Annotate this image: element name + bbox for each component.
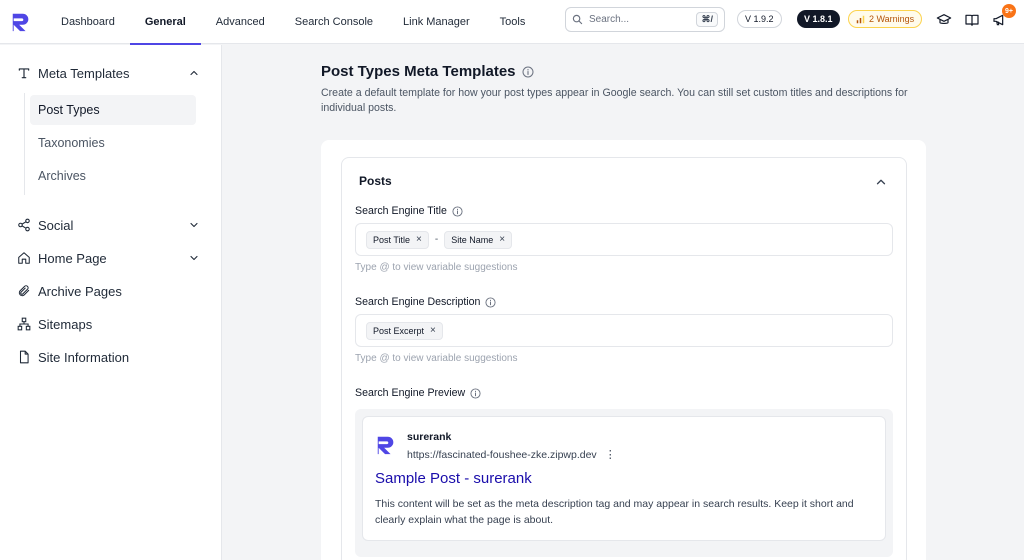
sidebar-item-label: Sitemaps xyxy=(38,316,93,332)
sidebar-item-social[interactable]: Social xyxy=(0,211,222,239)
preview-url-text: https://fascinated-foushee-zke.zipwp.dev xyxy=(407,448,597,461)
warnings-label: 2 Warnings xyxy=(869,14,915,24)
sidebar-item-site-information[interactable]: Site Information xyxy=(0,343,222,371)
preview-label: Search Engine Preview xyxy=(355,387,481,399)
tab-search-console[interactable]: Search Console xyxy=(280,0,388,44)
chip-label: Site Name xyxy=(451,234,494,245)
tab-dashboard[interactable]: Dashboard xyxy=(46,0,130,44)
version-badge-dark[interactable]: V 1.8.1 xyxy=(797,10,840,28)
book-icon[interactable] xyxy=(964,12,980,28)
variable-chip: Post Excerpt × xyxy=(366,321,443,340)
sidebar-item-label: Social xyxy=(38,217,74,233)
title-hint: Type @ to view variable suggestions xyxy=(355,262,518,273)
remove-chip-icon[interactable]: × xyxy=(416,234,422,245)
version-badge-light[interactable]: V 1.9.2 xyxy=(737,10,782,28)
info-icon[interactable] xyxy=(470,387,481,399)
info-icon[interactable] xyxy=(452,205,463,217)
chevron-down-icon[interactable] xyxy=(188,219,200,231)
search-placeholder: Search... xyxy=(589,14,630,25)
home-icon xyxy=(16,250,32,266)
variable-chip: Site Name × xyxy=(444,230,513,249)
preview-description: This content will be set as the meta des… xyxy=(375,498,854,526)
more-vertical-icon[interactable]: ⋮ xyxy=(605,448,616,461)
title-template-input[interactable]: Post Title × - Site Name × xyxy=(355,223,893,256)
surerank-logo[interactable] xyxy=(10,11,32,33)
preview-title[interactable]: Sample Post - surerank xyxy=(375,470,532,487)
share-icon xyxy=(16,217,32,233)
preview-site-name: surerank xyxy=(407,431,452,443)
page-description: Create a default template for how your p… xyxy=(321,87,908,114)
page-title-text: Post Types Meta Templates xyxy=(321,63,516,80)
site-favicon xyxy=(377,436,394,455)
tab-tools[interactable]: Tools xyxy=(485,0,541,44)
chip-label: Post Title xyxy=(373,234,411,245)
graduation-cap-icon[interactable] xyxy=(936,12,952,28)
submenu-guide-line xyxy=(24,93,25,195)
sidebar-item-label: Archive Pages xyxy=(38,283,122,299)
page-title: Post Types Meta Templates xyxy=(321,63,534,80)
variable-chip: Post Title × xyxy=(366,230,429,249)
description-template-input[interactable]: Post Excerpt × xyxy=(355,314,893,347)
chevron-down-icon[interactable] xyxy=(188,252,200,264)
text-t-icon xyxy=(16,65,32,81)
section-title: Posts xyxy=(359,174,392,188)
notification-badge[interactable]: 9+ xyxy=(1002,4,1016,18)
title-field-label-text: Search Engine Title xyxy=(355,205,447,217)
info-icon[interactable] xyxy=(522,66,534,78)
sidebar-item-sitemaps[interactable]: Sitemaps xyxy=(0,310,222,338)
sidebar-item-label: Home Page xyxy=(38,250,107,266)
sidebar-item-home-page[interactable]: Home Page xyxy=(0,244,222,272)
warnings-badge[interactable]: 2 Warnings xyxy=(848,10,923,28)
sidebar-item-label: Site Information xyxy=(38,349,130,365)
tab-advanced[interactable]: Advanced xyxy=(201,0,280,44)
sidebar-subitem-taxonomies[interactable]: Taxonomies xyxy=(30,128,196,158)
preview-label-text: Search Engine Preview xyxy=(355,387,466,399)
chevron-up-icon[interactable] xyxy=(874,175,888,189)
signal-bars-icon xyxy=(856,15,865,23)
description-hint: Type @ to view variable suggestions xyxy=(355,353,518,364)
search-icon xyxy=(572,14,583,25)
sidebar-item-meta-templates[interactable]: Meta Templates xyxy=(0,59,222,87)
search-shortcut: ⌘/ xyxy=(696,12,718,27)
description-field-label: Search Engine Description xyxy=(355,296,496,308)
sidebar-item-label: Meta Templates xyxy=(38,65,130,81)
remove-chip-icon[interactable]: × xyxy=(499,234,505,245)
chevron-up-icon[interactable] xyxy=(188,67,200,79)
separator-text: - xyxy=(434,234,439,245)
search-input[interactable]: Search... ⌘/ xyxy=(565,7,725,32)
paperclip-icon xyxy=(16,283,32,299)
info-icon[interactable] xyxy=(485,296,496,308)
remove-chip-icon[interactable]: × xyxy=(430,325,436,336)
title-field-label: Search Engine Title xyxy=(355,205,463,217)
sidebar-item-archive-pages[interactable]: Archive Pages xyxy=(0,277,222,305)
sidebar: Meta Templates Post Types Taxonomies Arc… xyxy=(0,45,222,560)
tab-general[interactable]: General xyxy=(129,0,201,45)
chip-label: Post Excerpt xyxy=(373,325,425,336)
sidebar-subitem-post-types[interactable]: Post Types xyxy=(30,95,196,125)
preview-url: https://fascinated-foushee-zke.zipwp.dev… xyxy=(407,448,616,462)
sidebar-subitem-archives[interactable]: Archives xyxy=(30,161,196,191)
tab-link-manager[interactable]: Link Manager xyxy=(388,0,485,44)
sitemap-icon xyxy=(16,316,32,332)
description-field-label-text: Search Engine Description xyxy=(355,296,481,308)
document-icon xyxy=(16,349,32,365)
